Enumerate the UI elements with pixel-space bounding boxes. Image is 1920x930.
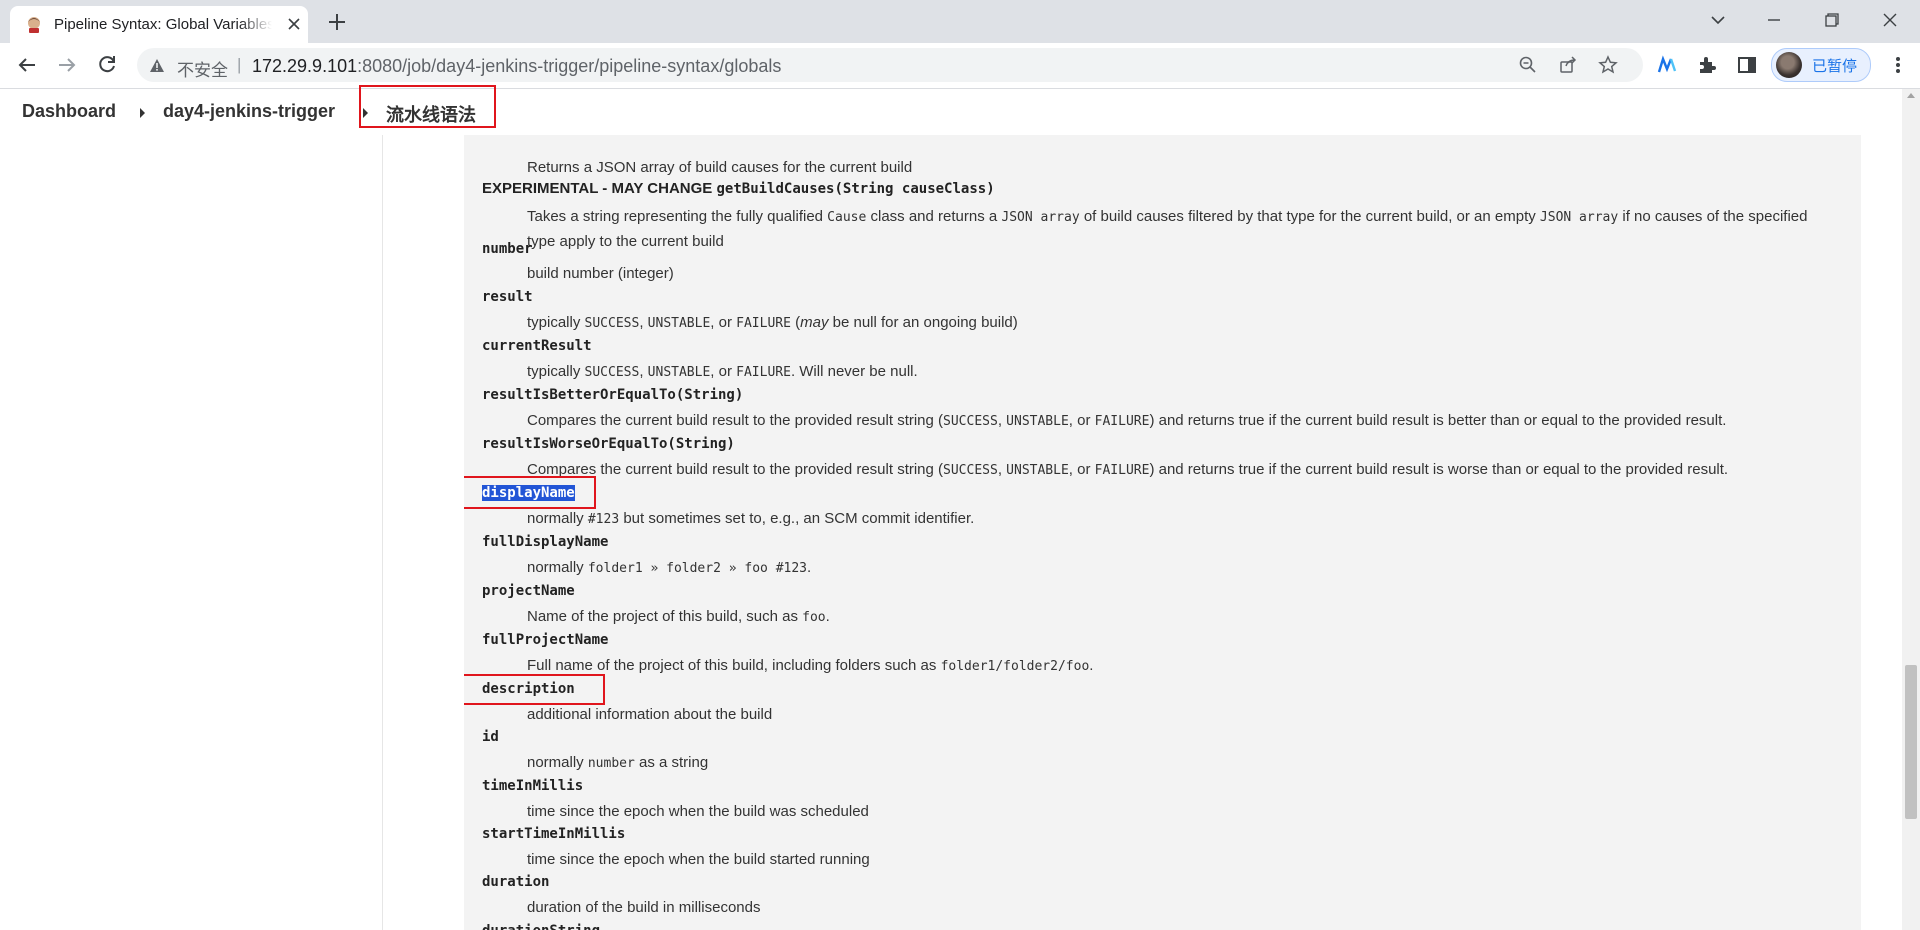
result-definition: typically SUCCESS, UNSTABLE, or FAILURE … [527, 314, 1018, 331]
breadcrumb-arrow-icon[interactable] [140, 108, 145, 118]
browser-tab[interactable]: Pipeline Syntax: Global Variables Refere… [10, 6, 308, 43]
restore-icon[interactable] [1820, 8, 1844, 32]
tab-search-chevron-icon[interactable] [1706, 8, 1730, 32]
breadcrumb: Dashboard day4-jenkins-trigger 流水线语法 [0, 85, 1902, 135]
tab-title: Pipeline Syntax: Global Variables Refere… [54, 16, 272, 33]
term-result: result [482, 289, 533, 305]
extensions-puzzle-icon[interactable] [1696, 54, 1718, 76]
side-panel-icon[interactable] [1736, 54, 1758, 76]
causes-definition: Returns a JSON array of build causes for… [527, 159, 913, 176]
term-project-name: projectName [482, 583, 575, 599]
tab-strip: Pipeline Syntax: Global Variables Refere… [0, 0, 1920, 43]
full-project-name-definition: Full name of the project of this build, … [527, 657, 1094, 674]
close-tab-icon[interactable] [286, 16, 302, 32]
breadcrumb-dashboard[interactable]: Dashboard [22, 101, 116, 122]
breadcrumb-job[interactable]: day4-jenkins-trigger [163, 101, 335, 122]
avatar [1776, 52, 1802, 78]
term-number: number [482, 241, 533, 257]
highlight-box [464, 674, 605, 705]
bookmark-star-icon[interactable] [1598, 55, 1618, 75]
url-text[interactable]: 172.29.9.101:8080/job/day4-jenkins-trigg… [252, 56, 781, 77]
minimize-icon[interactable] [1762, 8, 1786, 32]
jenkins-favicon-icon [28, 17, 40, 33]
page-content: Dashboard day4-jenkins-trigger 流水线语法 Ret… [0, 85, 1920, 930]
term-result-is-worse: resultIsWorseOrEqualTo(String) [482, 436, 735, 452]
extension-n-icon[interactable] [1656, 54, 1678, 76]
back-icon[interactable] [15, 53, 39, 77]
global-variables-reference: Returns a JSON array of build causes for… [464, 135, 1861, 930]
get-build-causes-definition: Takes a string representing the fully qu… [527, 208, 1808, 250]
term-start-time-in-millis: startTimeInMillis [482, 826, 626, 842]
term-full-display-name: fullDisplayName [482, 534, 609, 550]
result-is-better-definition: Compares the current build result to the… [527, 412, 1727, 429]
time-in-millis-definition: time since the epoch when the build was … [527, 803, 869, 820]
highlight-box [359, 85, 496, 128]
duration-definition: duration of the build in milliseconds [527, 899, 761, 916]
scroll-up-arrow-icon[interactable] [1907, 93, 1915, 98]
reload-icon[interactable] [95, 53, 119, 77]
more-menu-icon[interactable] [1893, 54, 1903, 76]
term-get-build-causes: EXPERIMENTAL - MAY CHANGE getBuildCauses… [482, 180, 995, 197]
term-id: id [482, 729, 499, 745]
sidebar-divider [382, 135, 383, 930]
url-separator: | [237, 55, 242, 74]
highlight-box [464, 476, 596, 509]
scrollbar-thumb[interactable] [1905, 665, 1917, 819]
close-window-icon[interactable] [1878, 8, 1902, 32]
not-secure-warning-icon[interactable] [149, 58, 165, 73]
profile-button[interactable]: 已暂停 [1771, 48, 1871, 82]
term-time-in-millis: timeInMillis [482, 778, 584, 794]
profile-status-label: 已暂停 [1812, 58, 1858, 75]
term-full-project-name: fullProjectName [482, 632, 609, 648]
security-label[interactable]: 不安全 [177, 56, 228, 81]
project-name-definition: Name of the project of this build, such … [527, 608, 830, 625]
id-definition: normally number as a string [527, 754, 709, 771]
number-definition: build number (integer) [527, 265, 674, 282]
browser-toolbar: 不安全 | 172.29.9.101:8080/job/day4-jenkins… [0, 43, 1920, 89]
full-display-name-definition: normally folder1 » folder2 » foo #123. [527, 559, 812, 576]
page-scrollbar[interactable] [1902, 89, 1920, 930]
current-result-definition: typically SUCCESS, UNSTABLE, or FAILURE.… [527, 363, 918, 380]
term-duration: duration [482, 874, 550, 890]
term-duration-string: durationString [482, 923, 600, 930]
forward-icon[interactable] [55, 53, 79, 77]
description-definition: additional information about the build [527, 706, 773, 723]
display-name-definition: normally #123 but sometimes set to, e.g.… [527, 510, 975, 527]
term-current-result: currentResult [482, 338, 592, 354]
zoom-icon[interactable] [1518, 55, 1538, 75]
share-icon[interactable] [1558, 55, 1578, 75]
start-time-in-millis-definition: time since the epoch when the build star… [527, 851, 870, 868]
new-tab-icon[interactable] [326, 11, 348, 33]
term-result-is-better: resultIsBetterOrEqualTo(String) [482, 387, 744, 403]
result-is-worse-definition: Compares the current build result to the… [527, 461, 1729, 478]
address-bar[interactable]: 不安全 | 172.29.9.101:8080/job/day4-jenkins… [137, 48, 1643, 82]
